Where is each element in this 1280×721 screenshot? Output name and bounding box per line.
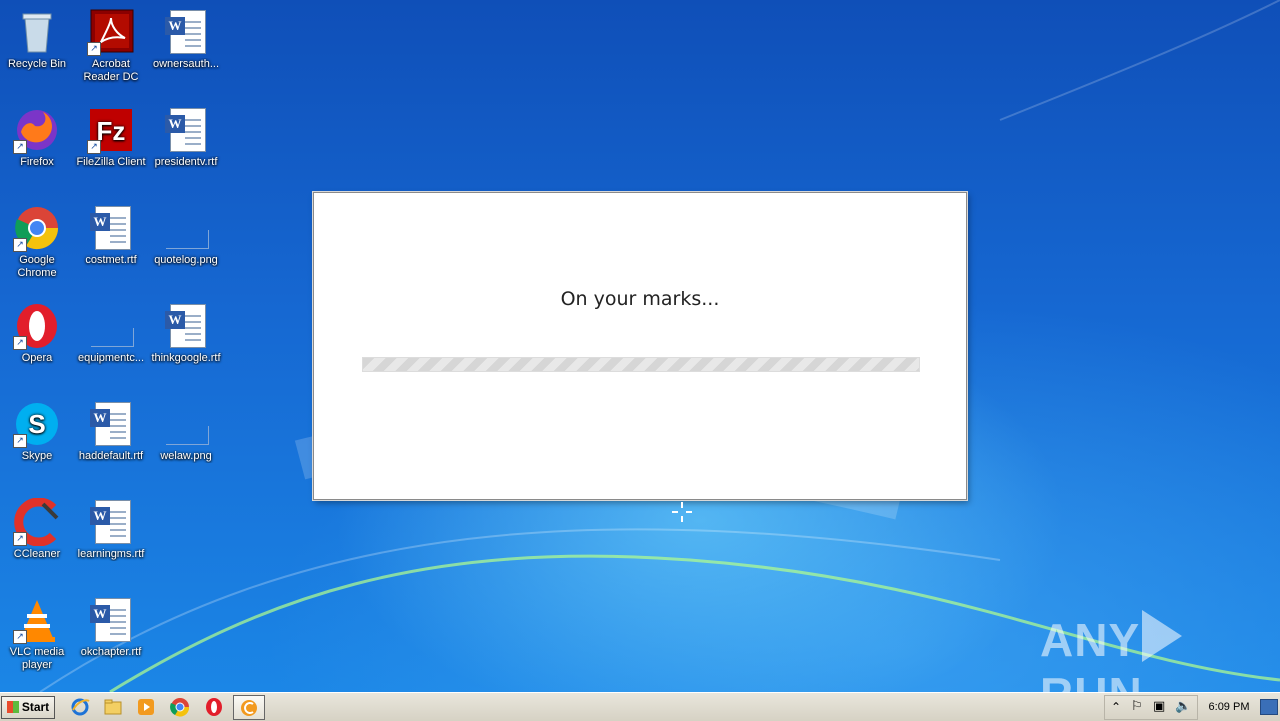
chrome-icon[interactable]	[170, 697, 190, 717]
shortcut-arrow-icon: ↗	[13, 630, 27, 644]
desktop-icon-ccleaner[interactable]: ↗ CCleaner	[0, 497, 74, 561]
desktop-icon-label: quotelog.png	[154, 254, 218, 266]
shortcut-arrow-icon: ↗	[13, 140, 27, 154]
acrobat-reader-icon: ↗	[87, 8, 135, 56]
image-file-icon	[87, 302, 135, 350]
shortcut-arrow-icon: ↗	[13, 238, 27, 252]
desktop-icon-label: Google Chrome	[17, 254, 57, 279]
desktop-icon-label: VLC media player	[9, 646, 65, 671]
word-document-icon: W	[87, 400, 135, 448]
desktop-icon-label: Firefox	[20, 156, 54, 168]
shortcut-arrow-icon: ↗	[13, 532, 27, 546]
svg-text:S: S	[28, 409, 45, 439]
play-icon	[1142, 610, 1183, 662]
desktop-icon-filezilla[interactable]: Fz ↗ FileZilla Client	[74, 106, 148, 169]
desktop-icon-label: FileZilla Client	[76, 156, 146, 168]
word-document-icon: W	[162, 302, 210, 350]
desktop-icon-skype[interactable]: S ↗ Skype	[0, 400, 74, 463]
desktop-icon-label: Recycle Bin	[7, 58, 67, 70]
taskbar-active-app-ccleaner[interactable]	[233, 695, 265, 720]
network-icon[interactable]: ▣	[1153, 699, 1165, 714]
desktop-icon-label: Acrobat Reader DC	[83, 58, 139, 83]
filezilla-icon: Fz ↗	[87, 106, 135, 154]
ccleaner-icon	[241, 700, 257, 716]
desktop-icon-opera[interactable]: ↗ Opera	[0, 302, 74, 365]
desktop-icon-vlc[interactable]: ↗ VLC media player	[0, 596, 74, 672]
vlc-icon: ↗	[13, 596, 61, 644]
desktop-icon-ownersauth[interactable]: W ownersauth...	[149, 8, 223, 71]
start-button[interactable]: Start	[1, 696, 55, 719]
desktop-icon-learningms-rtf[interactable]: W learningms.rtf	[74, 498, 148, 561]
ccleaner-icon: ↗	[13, 497, 61, 547]
desktop-icon-costmet-rtf[interactable]: W costmet.rtf	[74, 204, 148, 267]
desktop-icon-label: thinkgoogle.rtf	[151, 352, 221, 364]
image-file-icon	[162, 204, 210, 252]
recycle-bin-icon	[13, 8, 61, 56]
shortcut-arrow-icon: ↗	[87, 140, 101, 154]
windows-logo-icon	[6, 701, 19, 713]
desktop-icon-firefox[interactable]: ↗ Firefox	[0, 106, 74, 169]
desktop-icon-acrobat-reader[interactable]: ↗ Acrobat Reader DC	[74, 8, 148, 84]
desktop-icon-label: learningms.rtf	[77, 548, 145, 560]
loading-cursor-icon	[672, 502, 692, 522]
dialog-message: On your marks...	[560, 288, 720, 310]
desktop-icon-welaw-png[interactable]: welaw.png	[149, 400, 223, 463]
chrome-icon: ↗	[13, 204, 61, 252]
firefox-icon: ↗	[13, 106, 61, 154]
desktop-icon-label: haddefault.rtf	[78, 450, 144, 462]
desktop-icon-haddefault-rtf[interactable]: W haddefault.rtf	[74, 400, 148, 463]
shortcut-arrow-icon: ↗	[87, 42, 101, 56]
taskbar-clock[interactable]: 6:09 PM	[1204, 693, 1254, 721]
skype-icon: S ↗	[13, 400, 61, 448]
desktop-icon-okchapter-rtf[interactable]: W okchapter.rtf	[74, 596, 148, 659]
desktop-icon-label: welaw.png	[160, 450, 212, 462]
desktop-icon-label: presidentv.rtf	[154, 156, 218, 168]
desktop: Recycle Bin ↗ Firefox ↗ Google Chrome ↗ …	[0, 0, 1280, 692]
desktop-icon-label: okchapter.rtf	[80, 646, 142, 658]
opera-icon[interactable]	[204, 697, 224, 717]
watermark-text-left: ANY	[1040, 614, 1141, 666]
internet-explorer-icon[interactable]	[70, 697, 90, 717]
taskbar: Start ⌃ ⚐ ▣ 🔈 6:09 PM	[0, 692, 1280, 721]
progress-bar-fill	[363, 358, 919, 371]
opera-icon: ↗	[13, 302, 61, 350]
watermark-text-right: RUN	[1040, 668, 1143, 692]
folder-icon[interactable]	[103, 697, 123, 717]
anyrun-watermark: ANYRUN	[1040, 610, 1280, 692]
desktop-icon-recycle-bin[interactable]: Recycle Bin	[0, 8, 74, 71]
word-document-icon: W	[162, 106, 210, 154]
show-desktop-button[interactable]	[1260, 699, 1278, 715]
word-document-icon: W	[87, 596, 135, 644]
system-tray: ⌃ ⚐ ▣ 🔈	[1104, 695, 1198, 720]
loading-dialog: On your marks...	[313, 192, 967, 500]
shortcut-arrow-icon: ↗	[13, 434, 27, 448]
desktop-icon-label: equipmentc...	[77, 352, 145, 364]
desktop-icon-google-chrome[interactable]: ↗ Google Chrome	[0, 204, 74, 280]
desktop-icon-presidentv-rtf[interactable]: W presidentv.rtf	[149, 106, 223, 169]
desktop-icon-label: CCleaner	[13, 548, 61, 560]
desktop-icon-label: Opera	[21, 352, 53, 364]
show-hidden-icons-icon[interactable]: ⌃	[1111, 700, 1121, 714]
desktop-icon-quotelog-png[interactable]: quotelog.png	[149, 204, 223, 267]
volume-icon[interactable]: 🔈	[1175, 699, 1191, 714]
image-file-icon	[162, 400, 210, 448]
shortcut-arrow-icon: ↗	[13, 336, 27, 350]
desktop-icon-equipment[interactable]: equipmentc...	[74, 302, 148, 365]
desktop-icon-label: ownersauth...	[152, 58, 220, 70]
desktop-icon-label: Skype	[21, 450, 53, 462]
media-player-icon[interactable]	[136, 697, 156, 717]
progress-bar	[362, 357, 920, 372]
word-document-icon: W	[87, 204, 135, 252]
word-document-icon: W	[162, 8, 210, 56]
desktop-icon-thinkgoogle-rtf[interactable]: W thinkgoogle.rtf	[149, 302, 223, 365]
start-label: Start	[21, 700, 50, 714]
action-center-flag-icon[interactable]: ⚐	[1131, 699, 1143, 714]
word-document-icon: W	[87, 498, 135, 546]
desktop-icon-label: costmet.rtf	[85, 254, 137, 266]
